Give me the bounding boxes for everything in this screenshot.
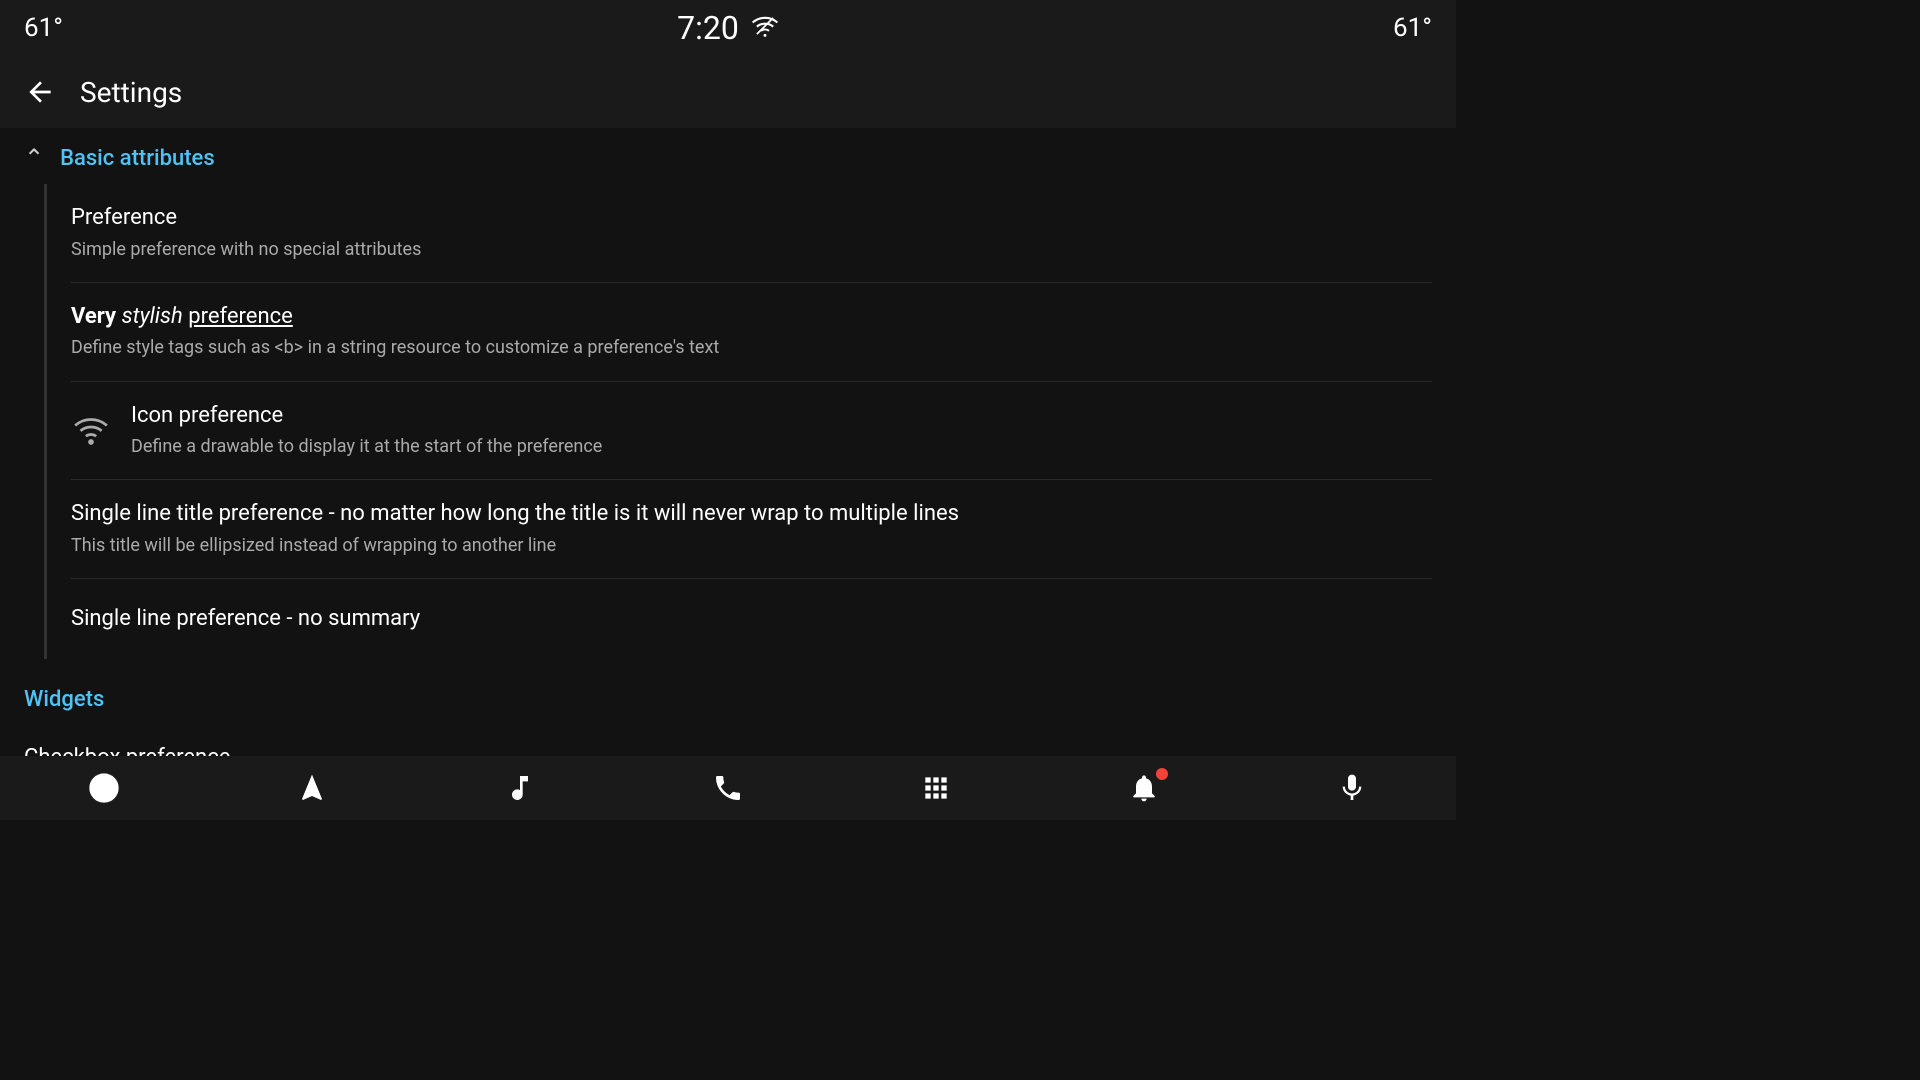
status-center: 7:20 <box>677 9 779 47</box>
pref-single-line-title-title: Single line title preference - no matter… <box>71 500 1432 529</box>
notification-badge <box>1156 768 1168 780</box>
pref-stylish-bold: Very <box>71 304 122 329</box>
pref-checkbox-text: Checkbox preference Tap anywhere in this… <box>24 744 1384 756</box>
pref-stylish-italic: stylish <box>122 304 189 329</box>
pref-preference-title: Preference <box>71 204 1432 233</box>
collapse-icon-basic-attributes[interactable]: ⌃ <box>24 144 44 172</box>
widgets-section: Widgets Checkbox preference Tap anywhere… <box>0 667 1456 756</box>
pref-icon-text: Icon preference Define a drawable to dis… <box>131 402 1432 460</box>
nav-apps[interactable] <box>900 764 972 812</box>
nav-navigation[interactable] <box>276 764 348 812</box>
basic-attributes-list: Preference Simple preference with no spe… <box>44 184 1456 659</box>
temp-right: 61° <box>1393 13 1432 43</box>
pref-stylish-title: Very stylish preference <box>71 303 1432 332</box>
pref-icon[interactable]: Icon preference Define a drawable to dis… <box>47 382 1456 480</box>
nav-music[interactable] <box>484 764 556 812</box>
section-basic-attributes-title: Basic attributes <box>60 146 215 171</box>
pref-preference-text: Preference Simple preference with no spe… <box>71 204 1432 262</box>
status-time: 7:20 <box>677 9 739 47</box>
page-title: Settings <box>80 76 182 109</box>
pref-single-line-title[interactable]: Single line title preference - no matter… <box>47 480 1456 578</box>
main-content: ⌃ Basic attributes Preference Simple pre… <box>0 128 1456 756</box>
pref-stylish-underline: preference <box>188 304 293 329</box>
wifi-status-icon <box>751 12 779 44</box>
pref-preference[interactable]: Preference Simple preference with no spe… <box>47 184 1456 282</box>
pref-single-line-no-summary-title: Single line preference - no summary <box>71 605 1432 634</box>
pref-single-line-title-text: Single line title preference - no matter… <box>71 500 1432 558</box>
pref-icon-summary: Define a drawable to display it at the s… <box>131 434 1432 459</box>
bottom-nav <box>0 756 1456 820</box>
pref-icon-wifi-icon <box>71 412 111 448</box>
header: Settings <box>0 56 1456 128</box>
pref-single-line-title-summary: This title will be ellipsized instead of… <box>71 533 1432 558</box>
pref-stylish-text: Very stylish preference Define style tag… <box>71 303 1432 361</box>
nav-notifications[interactable] <box>1108 764 1180 812</box>
temp-left: 61° <box>24 13 63 43</box>
section-widgets-title: Widgets <box>24 687 104 712</box>
pref-stylish[interactable]: Very stylish preference Define style tag… <box>47 283 1456 381</box>
nav-home[interactable] <box>68 764 140 812</box>
pref-single-line-no-summary-text: Single line preference - no summary <box>71 605 1432 634</box>
nav-mic[interactable] <box>1316 764 1388 812</box>
section-widgets-header[interactable]: Widgets <box>0 667 1456 724</box>
pref-checkbox[interactable]: Checkbox preference Tap anywhere in this… <box>0 724 1456 756</box>
section-basic-attributes-header[interactable]: ⌃ Basic attributes <box>0 128 1456 184</box>
pref-single-line-no-summary[interactable]: Single line preference - no summary <box>47 579 1456 659</box>
pref-checkbox-title: Checkbox preference <box>24 744 1384 756</box>
status-bar: 61° 7:20 61° <box>0 0 1456 56</box>
pref-stylish-summary: Define style tags such as <b> in a strin… <box>71 335 1432 360</box>
pref-preference-summary: Simple preference with no special attrib… <box>71 237 1432 262</box>
back-button[interactable] <box>24 76 56 108</box>
nav-phone[interactable] <box>692 764 764 812</box>
pref-icon-title: Icon preference <box>131 402 1432 431</box>
